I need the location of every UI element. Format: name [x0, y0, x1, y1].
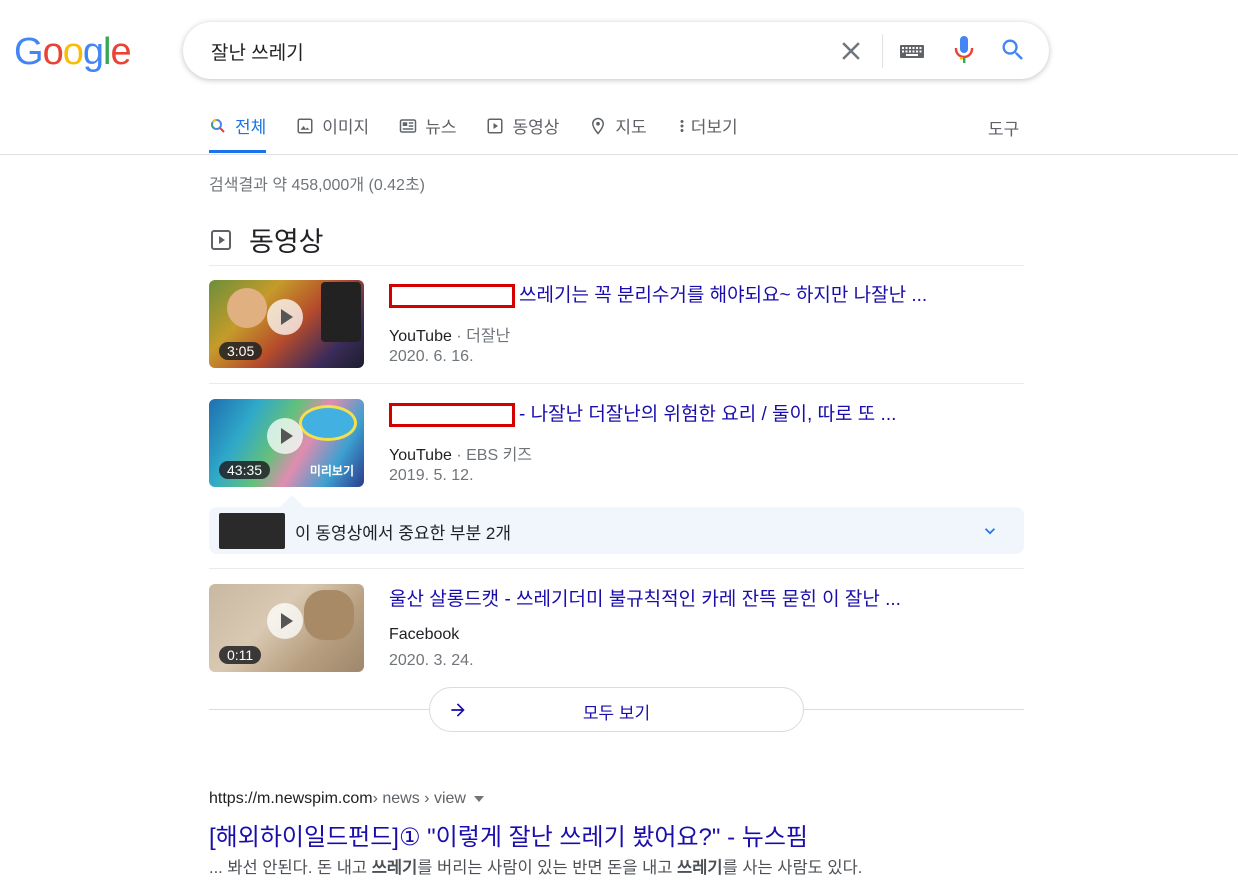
- play-icon: [267, 603, 303, 639]
- chevron-down-icon: [985, 528, 995, 535]
- tab-label: 뉴스: [425, 118, 457, 137]
- play-icon: [267, 299, 303, 335]
- video-date: 2020. 6. 16.: [389, 348, 474, 365]
- tools-button[interactable]: 도구: [988, 115, 1019, 140]
- video-source: YouTube · EBS 키즈: [389, 447, 533, 464]
- video-result: 3:05 쓰레기는 꼭 분리수거를 해야되요~ 하지만 나잘난 ... YouT…: [209, 280, 1024, 380]
- tab-all[interactable]: 전체: [209, 113, 267, 153]
- play-icon: [267, 418, 303, 454]
- key-moments-expander[interactable]: 이 동영상에서 중요한 부분 2개: [209, 507, 1024, 554]
- news-icon: [399, 119, 417, 133]
- video-duration: 43:35: [219, 461, 271, 479]
- video-duration: 3:05: [219, 342, 263, 360]
- key-moments-label: 이 동영상에서 중요한 부분 2개: [295, 524, 512, 543]
- video-result: 0:11 울산 살롱드캣 - 쓰레기더미 불규칙적인 카레 잔뜩 묻힌 이 잘난…: [209, 584, 1024, 684]
- tab-label: 이미지: [322, 118, 370, 137]
- key-moment-thumbnail: [219, 513, 285, 549]
- tab-videos[interactable]: 동영상: [486, 113, 559, 153]
- preview-label: 미리보기: [309, 464, 354, 478]
- image-icon: [297, 118, 313, 134]
- map-pin-icon: [592, 117, 605, 135]
- video-title-link[interactable]: 울산 살롱드캣 - 쓰레기더미 불규칙적인 카레 잔뜩 묻힌 이 잘난 ...: [389, 584, 901, 611]
- result-domain: https://m.newspim.com: [209, 790, 373, 807]
- tab-label: 동영상: [512, 118, 560, 137]
- video-thumbnail[interactable]: 3:05: [209, 280, 364, 368]
- video-icon: [487, 118, 503, 134]
- clear-icon[interactable]: [836, 36, 866, 66]
- search-icon[interactable]: [999, 36, 1027, 64]
- tab-images[interactable]: 이미지: [296, 113, 369, 153]
- video-duration: 0:11: [219, 646, 262, 664]
- video-date: 2019. 5. 12.: [389, 467, 474, 484]
- video-title-link[interactable]: - 나잘난 더잘난의 위험한 요리 / 둘이, 따로 또 ...: [389, 399, 896, 427]
- search-icon: [211, 119, 225, 133]
- video-source: YouTube · 더잘난: [389, 328, 511, 345]
- result-title-link[interactable]: [해외하이일드펀드]① "이렇게 잘난 쓰레기 봤어요?" - 뉴스핌: [209, 817, 808, 852]
- google-logo[interactable]: Google: [14, 30, 132, 74]
- videos-section-header: 동영상: [209, 220, 324, 259]
- video-result: 43:35 미리보기 - 나잘난 더잘난의 위험한 요리 / 둘이, 따로 또 …: [209, 399, 1024, 499]
- video-icon: [211, 229, 231, 250]
- result-snippet: ... 봐선 안된다. 돈 내고 쓰레기를 버리는 사람이 있는 반면 돈을 내…: [209, 859, 863, 877]
- search-box[interactable]: 잘난 쓰레기: [183, 22, 1049, 79]
- tab-label: 지도: [615, 118, 647, 137]
- divider: [209, 568, 1024, 569]
- see-all-button[interactable]: 모두 보기: [429, 687, 804, 732]
- see-all-label: 모두 보기: [582, 704, 651, 723]
- redaction-box: [389, 283, 515, 308]
- search-input[interactable]: 잘난 쓰레기: [211, 38, 304, 65]
- search-tabs: 전체 이미지 뉴스 동영상 지도 더보기: [209, 113, 768, 155]
- keyboard-icon[interactable]: [899, 39, 925, 63]
- redaction-box: [389, 402, 515, 427]
- video-date: 2020. 3. 24.: [389, 652, 474, 669]
- tab-news[interactable]: 뉴스: [399, 113, 456, 153]
- video-thumbnail[interactable]: 43:35 미리보기: [209, 399, 364, 487]
- result-path: › news › view: [372, 790, 466, 807]
- search-divider: [882, 34, 883, 68]
- video-thumbnail[interactable]: 0:11: [209, 584, 364, 672]
- more-vert-icon: [680, 120, 684, 132]
- divider: [209, 265, 1024, 266]
- key-moments-pointer: [280, 495, 304, 507]
- microphone-icon[interactable]: [953, 35, 975, 65]
- divider: [209, 383, 1024, 384]
- video-title-link[interactable]: 쓰레기는 꼭 분리수거를 해야되요~ 하지만 나잘난 ...: [389, 280, 927, 308]
- tab-label: 전체: [235, 118, 267, 137]
- header-divider: [0, 154, 1238, 155]
- caret-down-icon[interactable]: [473, 796, 484, 802]
- tab-more[interactable]: 더보기: [677, 113, 738, 153]
- tab-maps[interactable]: 지도: [589, 113, 647, 153]
- video-source: Facebook: [389, 626, 460, 643]
- videos-heading: 동영상: [249, 227, 324, 257]
- tab-label: 더보기: [690, 118, 738, 137]
- result-url: https://m.newspim.com › news › view: [209, 790, 484, 808]
- result-stats: 검색결과 약 458,000개 (0.42초): [209, 177, 426, 194]
